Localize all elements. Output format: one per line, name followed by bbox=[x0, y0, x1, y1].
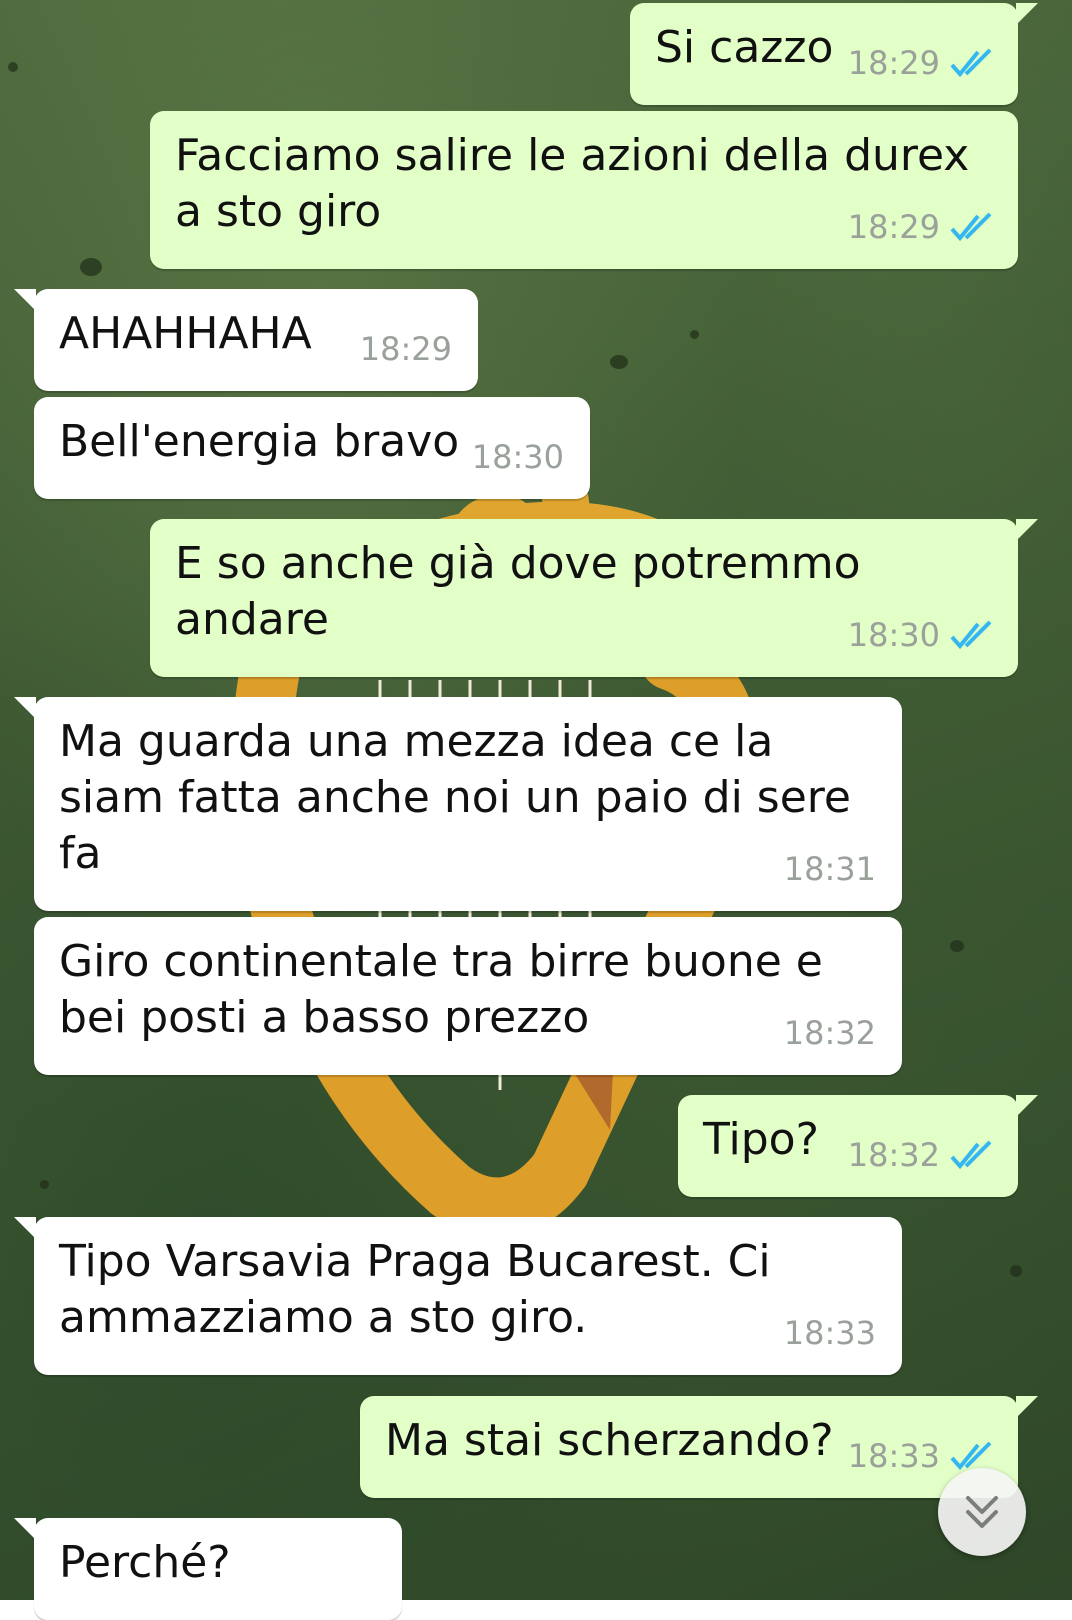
message-time: 18:33 bbox=[783, 1314, 876, 1352]
message-time: 18:29 bbox=[847, 44, 940, 82]
message-text: Perché? bbox=[59, 1537, 231, 1588]
message-meta: 18:33 bbox=[784, 1305, 876, 1361]
message-text: Giro continentale tra birre buone e bei … bbox=[59, 936, 837, 1043]
message-bubble-outgoing[interactable]: Tipo? 18:32 bbox=[678, 1095, 1038, 1197]
message-bubble-outgoing[interactable]: E so anche già dove potremmo andare 18:3… bbox=[150, 519, 1038, 677]
message-meta: 18:30 bbox=[848, 607, 996, 663]
message-text: Ma guarda una mezza idea ce la siam fatt… bbox=[59, 716, 865, 879]
message-meta: 18:29 bbox=[848, 199, 996, 255]
message-bubble-incoming[interactable]: AHAHHAHA 18:29 bbox=[14, 289, 478, 391]
double-check-read-icon bbox=[950, 48, 992, 78]
double-check-read-icon bbox=[950, 212, 992, 242]
message-bubble-incoming[interactable]: Bell'energia bravo 18:30 bbox=[34, 397, 590, 499]
message-time: 18:29 bbox=[359, 330, 452, 368]
message-meta: 18:31 bbox=[784, 841, 876, 897]
message-meta: 18:29 bbox=[848, 35, 996, 91]
message-bubble-outgoing[interactable]: Si cazzo 18:29 bbox=[630, 3, 1038, 105]
message-time: 18:29 bbox=[847, 208, 940, 246]
message-bubble-outgoing[interactable]: Ma stai scherzando? 18:33 bbox=[360, 1396, 1038, 1498]
message-time: 18:32 bbox=[847, 1136, 940, 1174]
message-time: 18:33 bbox=[847, 1437, 940, 1475]
double-check-read-icon bbox=[950, 620, 992, 650]
double-check-read-icon bbox=[950, 1140, 992, 1170]
message-meta: 18:29 bbox=[360, 321, 452, 377]
message-bubble-incoming[interactable]: Giro continentale tra birre buone e bei … bbox=[34, 917, 902, 1075]
message-time: 18:32 bbox=[783, 1014, 876, 1052]
message-bubble-incoming[interactable]: Tipo Varsavia Praga Bucarest. Ci ammazzi… bbox=[14, 1217, 902, 1375]
message-text: Tipo Varsavia Praga Bucarest. Ci ammazzi… bbox=[59, 1236, 785, 1343]
message-bubble-incoming[interactable]: Ma guarda una mezza idea ce la siam fatt… bbox=[14, 697, 902, 911]
double-chevron-down-icon bbox=[966, 1496, 998, 1528]
message-meta: 18:32 bbox=[784, 1005, 876, 1061]
message-time: 18:30 bbox=[847, 616, 940, 654]
message-bubble-incoming[interactable]: Perché? bbox=[14, 1518, 402, 1620]
message-time: 18:30 bbox=[471, 438, 564, 476]
message-meta: 18:30 bbox=[472, 429, 564, 485]
message-meta: 18:32 bbox=[848, 1127, 996, 1183]
double-check-read-icon bbox=[950, 1441, 992, 1471]
message-time: 18:31 bbox=[783, 850, 876, 888]
scroll-to-bottom-button[interactable] bbox=[938, 1468, 1026, 1556]
message-bubble-outgoing[interactable]: Facciamo salire le azioni della durex a … bbox=[150, 111, 1018, 269]
